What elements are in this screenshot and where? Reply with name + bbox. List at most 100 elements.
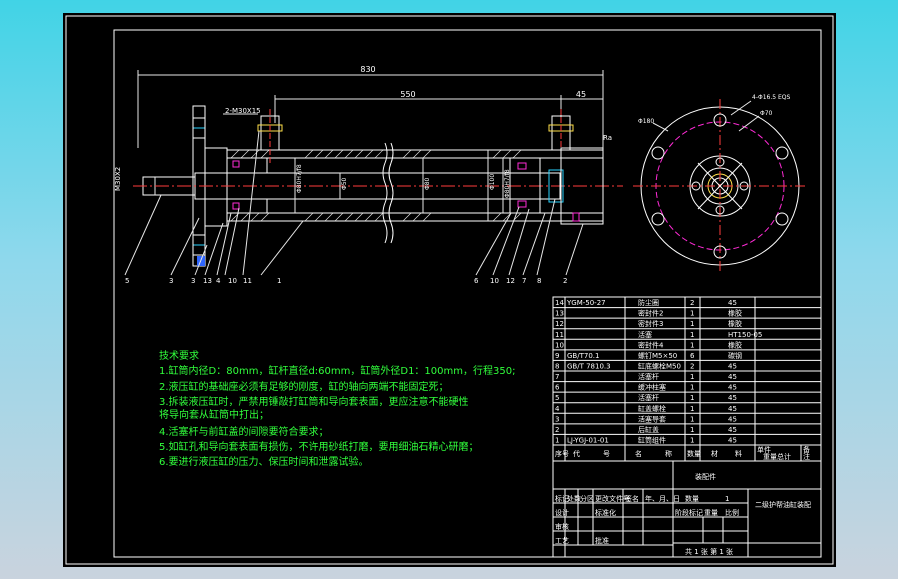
tb-sheet: 共 1 张 第 1 张 [685,547,733,556]
bom-cell: 45 [728,363,737,371]
dim-offset: 45 [576,90,586,99]
piston-seal [517,162,527,170]
balloon: 10 [228,277,237,285]
tech-item: 1.缸筒内径D：80mm，缸杆直径d:60mm，缸筒外径D1：100mm，行程3… [159,364,515,377]
bom-cell: 45 [728,299,737,307]
dim-bore-fit: Φ80H7/f8 [504,169,511,198]
bom-h-qty: 数量 [687,449,701,458]
bom-cell: 缓冲柱塞 [638,383,666,392]
bom-cell: GB/T 7810.3 [567,363,611,371]
bill-of-materials: 14 YGM-50-27 防尘圈 2 4513 密封件2 1 橡胶12 密封件3 1 橡胶11 活塞 1… [552,296,822,446]
dim-flange-fit: Φ80H7/f8 [296,164,303,193]
bom-cell: 1 [555,437,559,445]
bom-cell: 螺钉M5×50 [638,351,677,360]
pcd-label: Φ180 [638,118,654,125]
balloon-numbers: 5 3 3 13 4 10 11 1 6 10 12 7 8 2 [125,277,567,285]
tb-weight: 重量 [704,509,718,517]
bom-cell: 橡胶 [728,309,742,318]
bom-cell: 12 [555,320,564,328]
bom-cell: 活塞杆 [638,393,659,402]
balloon: 6 [474,277,479,285]
bom-cell: 碳钢 [728,351,742,360]
bom-cell: 2 [555,426,559,434]
balloon: 10 [490,277,499,285]
balloon: 13 [203,277,212,285]
bom-header: 序号 代 号 名 称 数量 材 料 单件 总计 备 注 重量 [552,444,822,462]
bom-cell: 缸盖螺栓 [638,404,666,413]
tb-audit: 审核 [555,522,569,531]
bom-h-total: 总计 [777,452,791,461]
tb-process: 工艺 [555,537,569,545]
bom-h-code2: 号 [603,450,610,458]
bom-cell: 活塞 [638,330,652,339]
bom-h-code1: 代 [573,449,580,458]
end-view: 4-Φ16.5 EQS Φ180 Φ70 [633,94,807,273]
dim-rod: Φ50 [341,177,348,190]
piston-seal [517,200,527,208]
bom-cell: 14 [555,299,564,307]
bom-cell: 防尘圈 [638,298,659,307]
tb-scale: 比例 [725,508,739,517]
tech-item: 4.活塞杆与前缸盖的间隙要符合要求； [159,425,329,438]
bom-cell: YGM-50-27 [566,299,606,307]
drawing-sheet: 830 550 45 2-M30X15 M30X2 Ra Φ80H7/f8 Φ5… [63,13,836,567]
tech-item: 2.液压缸的基础座必须有足够的刚度，缸的轴向两端不能固定死； [159,380,449,393]
rod-end-thread: M30X2 [114,167,122,191]
bom-cell: 11 [555,331,564,339]
bom-cell: 10 [555,341,564,349]
bom-cell: 缸底螺栓M50 [638,362,681,371]
bom-cell: 1 [690,384,694,392]
bom-cell: 6 [690,352,695,360]
tube-wall-bottom [226,212,604,222]
bom-h-mat1: 材 [711,449,718,458]
bom-h-name2: 称 [665,449,672,458]
bom-cell: 45 [728,426,737,434]
bom-cell: 4 [555,405,560,413]
bom-cell: HT150-05 [728,331,762,339]
bom-cell: 45 [728,415,737,423]
bom-cell: 45 [728,384,737,392]
dim-tube-od: Φ100 [489,174,496,190]
bom-cell: 1 [690,426,694,434]
bom-cell: 橡胶 [728,340,742,349]
cylinder-section-view: 830 550 45 2-M30X15 M30X2 Ra Φ80H7/f8 Φ5… [114,65,623,285]
bom-h-mass: 重量 [763,453,777,461]
bom-h-mat2: 料 [735,449,742,458]
tech-item: 3.拆装液压缸时，严禁用锤敲打缸筒和导向套表面，更应注意不能硬性 [159,395,469,408]
bom-cell: 45 [728,405,737,413]
bom-cell: 活塞杆 [638,372,659,381]
inner-label: Φ70 [760,110,773,117]
tb-standard: 标准化 [595,508,616,517]
tb-date: 年、月、日 [645,494,680,503]
tech-item: 将导向套从缸筒中打出； [159,408,269,421]
bom-cell: 5 [555,394,559,402]
bom-cell: LJ-YGJ-01-01 [567,437,609,445]
bom-cell: 缸筒组件 [638,436,666,445]
seal [232,160,240,168]
bom-cell: 1 [690,394,694,402]
tb-stage: 阶段标记 [675,508,703,517]
balloon: 2 [563,277,567,285]
bom-cell: 密封件2 [638,309,663,318]
dim-ports: 550 [400,90,415,99]
bom-cell: 8 [555,363,559,371]
bom-cell: 45 [728,373,737,381]
bom-grid [553,297,821,445]
bom-h-note2: 注 [803,452,810,461]
balloon: 3 [169,277,173,285]
tb-qty-label: 数量 [685,494,699,503]
leader [738,115,760,132]
bom-cell: 13 [555,310,564,318]
tb-zone: 分区 [580,494,594,503]
leader-lines [124,130,584,276]
bom-cell: GB/T70.1 [567,352,599,360]
bom-cell: 后缸盖 [638,425,659,434]
tech-title: 技术要求 [159,349,199,362]
tb-qty-value: 1 [725,495,729,503]
bom-cell: 1 [690,310,694,318]
bom-cell: 1 [690,341,694,349]
dim-overall: 830 [360,65,375,74]
bom-cell: 2 [690,299,694,307]
tech-requirements: 技术要求 1.缸筒内径D：80mm，缸杆直径d:60mm，缸筒外径D1：100m… [159,349,515,468]
tube-wall-top [226,149,604,159]
